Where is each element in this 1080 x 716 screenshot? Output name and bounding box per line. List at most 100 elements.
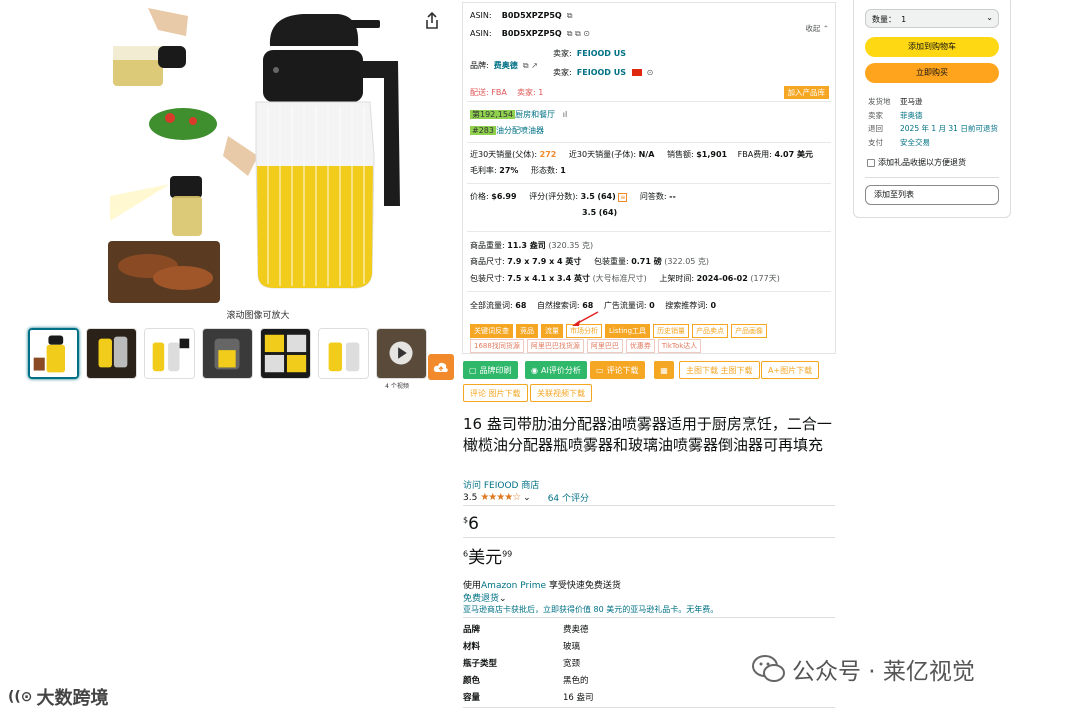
red-arrow-icon bbox=[572, 311, 599, 326]
rating-detail-icon[interactable]: ≡ bbox=[618, 193, 628, 202]
asin-row-1: ASIN: B0D5XPZP5Q ⧉ bbox=[470, 11, 573, 20]
chevron-down-icon[interactable]: ⌄ bbox=[523, 493, 531, 503]
chip-tiktok[interactable]: TikTok达人 bbox=[657, 339, 702, 353]
price-secondary: 6美元99 bbox=[463, 548, 513, 568]
watermark-left: ((⊙ 大数跨境 bbox=[8, 688, 109, 709]
asin-value[interactable]: B0D5XPZP5Q bbox=[502, 11, 562, 20]
rating-row-2: 3.5 (64) bbox=[582, 208, 618, 217]
share-icon[interactable] bbox=[424, 11, 440, 30]
related-video-download-button[interactable]: 关联视频下载 bbox=[530, 384, 592, 402]
rating-count-link[interactable]: 64 个评分 bbox=[548, 491, 589, 504]
thumbnail-3[interactable] bbox=[144, 328, 195, 379]
seller-link-2[interactable]: FEIOOD US bbox=[577, 68, 626, 77]
buy-box: 数量： 1 ⌄ 添加到购物车 立即购买 发货地 亚马逊 卖家 菲奥德 退回 2025 … bbox=[853, 0, 1011, 218]
seller-link-1[interactable]: FEIOOD US bbox=[577, 49, 626, 58]
chip-alibaba[interactable]: 阿里巴巴 bbox=[586, 339, 623, 353]
shipping-info: 发货地 亚马逊 卖家 菲奥德 退回 2025 年 1 月 31 日前可退货 支付 安全交… bbox=[868, 97, 998, 147]
seller-row-1: 卖家: FEIOOD US bbox=[553, 49, 626, 58]
add-to-list-button[interactable]: 添加至列表 bbox=[865, 185, 999, 205]
prime-link[interactable]: Amazon Prime bbox=[481, 581, 546, 591]
logo-icon: ((⊙ bbox=[8, 689, 33, 705]
chip-competitor[interactable]: 竞品 bbox=[516, 324, 538, 338]
upload-cloud-icon[interactable] bbox=[428, 354, 454, 380]
sales-row: 近30天销量(父体): 272 近30天销量(子体): N/A 销售额: $1,… bbox=[470, 150, 813, 159]
main-image-download-button[interactable]: 主图下载 主图下载 bbox=[679, 361, 760, 379]
payment-link[interactable]: 安全交易 bbox=[900, 138, 930, 147]
rating-row: 3.5 ★★★★☆ ⌄ 64 个评分 bbox=[463, 491, 589, 504]
thumbnail-strip bbox=[28, 328, 427, 379]
asin-value-2[interactable]: B0D5XPZP5Q bbox=[502, 29, 562, 38]
rank-row-1: 第192,154 厨房和餐厅 ıl bbox=[470, 110, 568, 119]
chip-selling-points[interactable]: 产品卖点 bbox=[692, 324, 729, 338]
aplus-image-download-button[interactable]: A+图片下载 bbox=[761, 361, 820, 379]
spec-row: 材料 玻璃 bbox=[463, 642, 581, 652]
review-download-button[interactable]: ▭ 评论下载 bbox=[590, 361, 645, 379]
thumbnail-2[interactable] bbox=[86, 328, 137, 379]
free-returns-link[interactable]: 免费退货⌄ bbox=[463, 591, 507, 604]
asin-row-2: ASIN: B0D5XPZP5Q ⧉ ⧉ ⊙ bbox=[470, 29, 591, 38]
chip-listing-tool[interactable]: Listing工具 bbox=[605, 324, 651, 338]
buy-now-button[interactable]: 立即购买 bbox=[865, 63, 999, 83]
thumbnail-4[interactable] bbox=[202, 328, 253, 379]
china-flag-icon bbox=[631, 69, 642, 76]
chip-product-portrait[interactable]: 产品画像 bbox=[731, 324, 768, 338]
gift-card-promo[interactable]: 亚马逊商店卡获批后，立即获得价值 80 美元的亚马逊礼品卡。无年费。 bbox=[463, 604, 718, 615]
chevron-down-icon: ⌄ bbox=[499, 594, 507, 604]
brand-link[interactable]: 费奥德 bbox=[494, 61, 518, 70]
add-to-cart-button[interactable]: 添加到购物车 bbox=[865, 37, 999, 57]
tool-chips-row-1: 关键词反查 竞品 流量 市场分析 Listing工具 历史销量 产品卖点 产品画… bbox=[470, 324, 768, 338]
quantity-select[interactable]: 数量： 1 ⌄ bbox=[865, 9, 999, 28]
chat-icon: ▭ bbox=[596, 365, 604, 375]
chip-keyword-reverse[interactable]: 关键词反查 bbox=[470, 324, 513, 338]
chip-alibaba-source[interactable]: 阿里巴巴找货源 bbox=[526, 339, 584, 353]
watermark-right: 公众号 · 莱亿视觉 bbox=[752, 652, 975, 686]
chip-traffic[interactable]: 流量 bbox=[541, 324, 563, 338]
spec-row: 瓶子类型 宽颈 bbox=[463, 659, 581, 669]
add-to-library-button[interactable]: 加入产品库 bbox=[783, 86, 829, 99]
ai-icon: ◉ bbox=[531, 365, 538, 375]
bar-chart-icon[interactable]: ıl bbox=[558, 110, 567, 119]
seller-plugin-panel: ASIN: B0D5XPZP5Q ⧉ 收起 ⌃ ASIN: B0D5XPZP5Q… bbox=[462, 2, 836, 354]
rank-row-2: #283 油分配喷油器 bbox=[470, 126, 544, 135]
price-row: 价格: $6.99 评分(评分数): 3.5 (64) ≡ 问答数: -- bbox=[470, 192, 676, 202]
copy-icon[interactable]: ⧉ ⧉ ⊙ bbox=[564, 29, 590, 38]
thumbnail-5[interactable] bbox=[260, 328, 311, 379]
brand-record-button[interactable]: ▢ 品牌印刷 bbox=[463, 361, 518, 379]
video-count: 4 个视频 bbox=[385, 383, 409, 390]
margin-row: 毛利率: 27% 形态数: 1 bbox=[470, 166, 566, 175]
star-rating-icon[interactable]: ★★★★☆ bbox=[480, 492, 521, 503]
seller-row-2: 卖家: FEIOOD US ⊙ bbox=[553, 68, 654, 77]
prime-shipping: 使用Amazon Prime 享受快速免费送货 bbox=[463, 581, 621, 591]
rank1-category-link[interactable]: 厨房和餐厅 bbox=[515, 110, 555, 119]
wechat-icon bbox=[752, 655, 785, 682]
pkg-size-row: 包装尺寸: 7.5 x 4.1 x 3.4 英寸 (大号标准尺寸) 上架时间: … bbox=[470, 274, 780, 283]
video-thumbnail[interactable] bbox=[376, 328, 427, 379]
return-policy-link[interactable]: 2025 年 1 月 31 日前可退货 bbox=[900, 124, 998, 133]
chevron-down-icon: ⌄ bbox=[986, 13, 993, 22]
spec-row: 容量 16 盎司 bbox=[463, 693, 594, 703]
ai-review-button[interactable]: ◉ AI评价分析 bbox=[525, 361, 587, 379]
zoom-hint: 滚动图像可放大 bbox=[226, 311, 290, 321]
store-link[interactable]: 访问 FEIOOD 商店 bbox=[463, 478, 539, 491]
copy-icon[interactable]: ⧉ bbox=[564, 11, 573, 20]
main-product-image[interactable] bbox=[108, 6, 408, 306]
chip-1688-source[interactable]: 1688找同货源 bbox=[470, 339, 524, 353]
collapse-button[interactable]: 收起 ⌃ bbox=[805, 23, 829, 34]
chip-history-sales[interactable]: 历史销量 bbox=[653, 324, 690, 338]
product-title: 16 盎司带肋油分配器油喷雾器适用于厨房烹饪，二合一橄榄油分配器瓶喷雾器和玻璃油… bbox=[463, 415, 832, 454]
external-link-icon[interactable]: ⧉ ↗ bbox=[520, 61, 538, 70]
rank2-category-link[interactable]: 油分配喷油器 bbox=[496, 126, 544, 135]
rating-value: 3.5 bbox=[463, 492, 478, 503]
review-image-download-button[interactable]: 评论 图片下载 bbox=[463, 384, 528, 402]
thumbnail-6[interactable] bbox=[318, 328, 369, 379]
spec-row: 颜色 黑色的 bbox=[463, 676, 589, 686]
chip-coupon[interactable]: 优惠券 bbox=[625, 339, 655, 353]
brand-row: 品牌: 费奥德 ⧉ ↗ bbox=[470, 61, 538, 70]
calendar-icon[interactable]: ▦ bbox=[654, 361, 674, 379]
gift-receipt-checkbox[interactable]: 添加礼品收据以方便退货 bbox=[867, 157, 966, 168]
brand-icon: ▢ bbox=[469, 365, 477, 375]
price-main: $6 bbox=[463, 514, 479, 534]
thumbnail-1[interactable] bbox=[28, 328, 79, 379]
tool-chips-row-2: 1688找同货源 阿里巴巴找货源 阿里巴巴 优惠券 TikTok达人 bbox=[470, 339, 702, 353]
buybox-seller-link[interactable]: 菲奥德 bbox=[900, 111, 923, 120]
